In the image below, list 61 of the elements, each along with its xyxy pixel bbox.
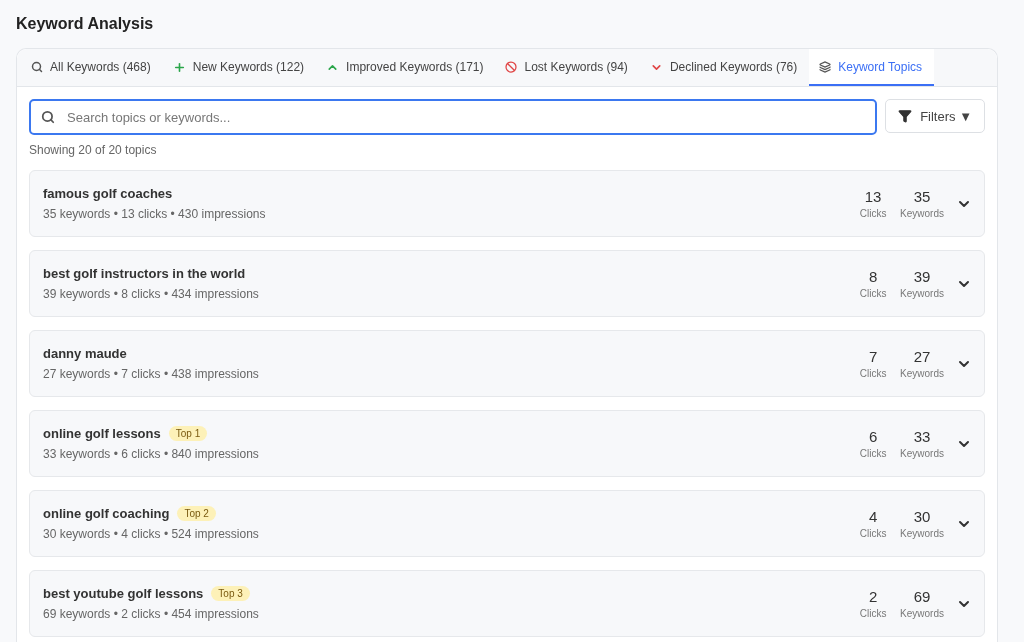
clicks-value: 2	[868, 588, 878, 605]
clicks-label: Clicks	[859, 288, 887, 299]
clicks-label: Clicks	[859, 368, 887, 379]
topic-name: online golf coaching	[43, 506, 170, 521]
results-count: Showing 20 of 20 topics	[29, 143, 158, 157]
keywords-value: 30	[913, 508, 931, 525]
search-field[interactable]: Search topics or keywords...	[29, 99, 878, 135]
plus-icon	[172, 60, 186, 74]
search-icon	[41, 110, 55, 124]
ban-icon	[505, 61, 518, 73]
clicks-value: 6	[868, 428, 878, 445]
topic-details: 39 keywords • 8 clicks • 434 impressions	[43, 287, 260, 301]
keywords-label: Keywords	[900, 208, 944, 219]
clicks-value: 4	[868, 508, 878, 525]
topic-card[interactable]: best youtube golf lessons Top 3 69 keywords • 2 clicks • 454 impressions 2 Clicks 69 Keywords	[29, 570, 985, 637]
topic-details: 27 keywords • 7 clicks • 438 impressions	[43, 367, 260, 381]
keywords-label: Keywords	[900, 448, 944, 459]
clicks-label: Clicks	[859, 208, 887, 219]
search-icon	[31, 61, 43, 73]
clicks-value: 7	[868, 348, 878, 365]
keywords-value: 69	[913, 588, 931, 605]
keywords-label: Keywords	[900, 528, 944, 539]
keywords-label: Keywords	[900, 608, 944, 619]
page-title: Keyword Analysis	[16, 14, 155, 34]
topic-details: 33 keywords • 6 clicks • 840 impressions	[43, 447, 260, 461]
topic-name: famous golf coaches	[43, 186, 173, 201]
tab[interactable]: All Keywords (468)	[21, 49, 163, 86]
keywords-value: 39	[913, 268, 931, 285]
topic-card[interactable]: best golf instructors in the world 39 keywords • 8 clicks • 434 impressions 8 Clicks 39 Keywords	[29, 250, 985, 317]
tab[interactable]: Improved Keywords (171)	[316, 49, 496, 86]
tab[interactable]: Keyword Topics	[809, 49, 935, 86]
topic-name: danny maude	[43, 346, 127, 361]
keywords-value: 27	[913, 348, 931, 365]
rank-badge: Top 3	[211, 586, 250, 601]
tab[interactable]: Lost Keywords (94)	[495, 49, 640, 86]
topic-card[interactable]: danny maude 27 keywords • 7 clicks • 438 impressions 7 Clicks 27 Keywords	[29, 330, 985, 397]
tab[interactable]: Declined Keywords (76)	[639, 49, 810, 86]
topic-name: best youtube golf lessons	[43, 586, 204, 601]
keywords-label: Keywords	[900, 288, 944, 299]
clicks-label: Clicks	[859, 448, 887, 459]
tab[interactable]: New Keywords (122)	[162, 49, 317, 86]
keywords-label: Keywords	[900, 368, 944, 379]
layers-icon	[819, 61, 832, 73]
clicks-value: 13	[864, 188, 882, 205]
filters-button[interactable]: Filters ▼	[885, 99, 985, 133]
topic-name: online golf lessons	[43, 426, 161, 441]
topic-card[interactable]: online golf coaching Top 2 30 keywords • 4 clicks • 524 impressions 4 Clicks 30 Keywords	[29, 490, 985, 557]
topic-details: 35 keywords • 13 clicks • 430 impressions	[43, 207, 267, 221]
topic-card[interactable]: online golf lessons Top 1 33 keywords • 6 clicks • 840 impressions 6 Clicks 33 Keywords	[29, 410, 985, 477]
clicks-label: Clicks	[859, 528, 887, 539]
topic-card[interactable]: famous golf coaches 35 keywords • 13 clicks • 430 impressions 13 Clicks 35 Keywords	[29, 170, 985, 237]
topic-details: 30 keywords • 4 clicks • 524 impressions	[43, 527, 260, 541]
keywords-value: 33	[913, 428, 931, 445]
topic-name: best golf instructors in the world	[43, 266, 246, 281]
rank-badge: Top 1	[168, 426, 208, 441]
keywords-value: 35	[913, 188, 931, 205]
clicks-value: 8	[868, 268, 878, 285]
clicks-label: Clicks	[859, 608, 887, 619]
rank-badge: Top 2	[177, 506, 216, 521]
filter-icon	[898, 109, 913, 123]
topic-details: 69 keywords • 2 clicks • 454 impressions	[43, 607, 260, 621]
